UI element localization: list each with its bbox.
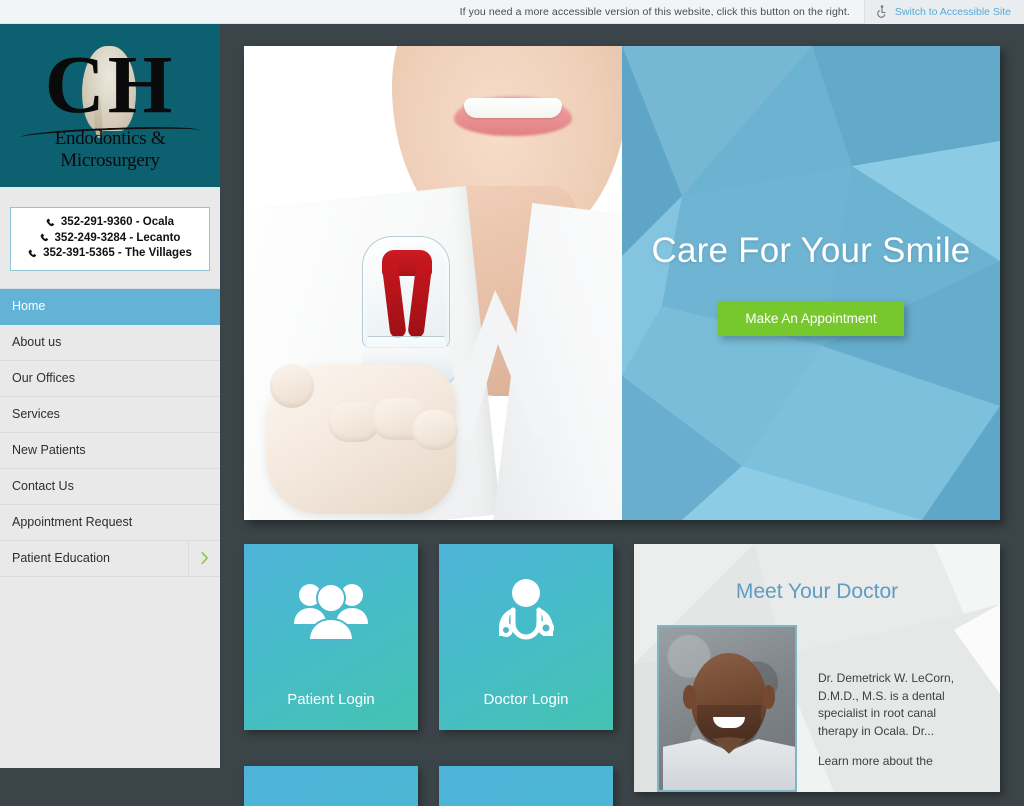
nav-label: Patient Education	[12, 551, 110, 565]
sidebar-item-services[interactable]: Services	[0, 396, 220, 433]
nav-label: Our Offices	[12, 371, 75, 385]
page-shell: CH Endodontics & Microsurgery 352-291-93…	[0, 24, 1024, 806]
logo-subtitle: Endodontics & Microsurgery	[54, 127, 166, 171]
phone-icon	[40, 233, 50, 243]
sidebar-item-about-us[interactable]: About us	[0, 324, 220, 361]
group-of-people-icon	[292, 578, 370, 647]
hero-title: Care For Your Smile	[651, 230, 971, 270]
sidebar-item-contact-us[interactable]: Contact Us	[0, 468, 220, 505]
phone-entry[interactable]: 352-391-5365 - The Villages	[17, 246, 203, 262]
sidebar-item-new-patients[interactable]: New Patients	[0, 432, 220, 469]
doctor-bio-paragraph: Dr. Demetrick W. LeCorn, D.M.D., M.S. is…	[818, 671, 955, 738]
phone-icon	[28, 249, 38, 259]
site-logo[interactable]: CH Endodontics & Microsurgery	[0, 24, 220, 187]
nav-label: Appointment Request	[12, 515, 133, 529]
phone-text: 352-249-3284 - Lecanto	[54, 231, 181, 244]
doctor-portrait-photo[interactable]	[657, 625, 797, 792]
patient-login-label: Patient Login	[287, 691, 375, 708]
phone-entry[interactable]: 352-249-3284 - Lecanto	[17, 231, 203, 247]
meet-your-doctor-panel: Meet Your Doctor Dr. Demetrick W. LeCorn…	[634, 544, 1000, 792]
hero-poly-panel: Care For Your Smile Make An Appointment	[622, 46, 1000, 520]
phone-numbers-section: 352-291-9360 - Ocala 352-249-3284 - Leca…	[0, 187, 220, 288]
meet-your-doctor-title: Meet Your Doctor	[735, 580, 899, 603]
sidebar-item-patient-education[interactable]: Patient Education	[0, 540, 220, 577]
tile-row-2-left-partial[interactable]	[244, 766, 418, 806]
nav-label: Contact Us	[12, 479, 74, 493]
patient-education-submenu-toggle[interactable]	[188, 540, 220, 576]
accessibility-bar: If you need a more accessible version of…	[0, 0, 1024, 24]
main-content: Care For Your Smile Make An Appointment …	[220, 24, 1024, 806]
phone-text: 352-391-5365 - The Villages	[43, 247, 192, 259]
doctor-stethoscope-icon	[489, 578, 563, 647]
nav-label: About us	[12, 335, 62, 349]
doctor-login-tile[interactable]: Doctor Login	[439, 544, 613, 730]
sidebar-item-our-offices[interactable]: Our Offices	[0, 360, 220, 397]
accessibility-message: If you need a more accessible version of…	[459, 5, 850, 18]
tile-row-2-right-partial[interactable]	[439, 766, 613, 806]
logo-initials: CH	[44, 37, 176, 130]
chevron-right-icon	[200, 551, 209, 565]
phone-icon	[46, 218, 56, 228]
doctor-login-label: Doctor Login	[483, 691, 569, 708]
make-an-appointment-button[interactable]: Make An Appointment	[718, 300, 904, 336]
hero-banner: Care For Your Smile Make An Appointment	[244, 46, 1000, 520]
sidebar: CH Endodontics & Microsurgery 352-291-93…	[0, 24, 220, 768]
accessible-site-label: Switch to Accessible Site	[894, 5, 1011, 18]
nav-label: New Patients	[12, 443, 86, 457]
sidebar-item-appointment-request[interactable]: Appointment Request	[0, 504, 220, 541]
phone-entry[interactable]: 352-291-9360 - Ocala	[17, 215, 203, 231]
phone-text: 352-291-9360 - Ocala	[60, 216, 175, 228]
main-navigation: Home About us Our Offices Services New P…	[0, 287, 220, 577]
phone-box: 352-291-9360 - Ocala 352-249-3284 - Leca…	[10, 207, 210, 271]
patient-login-tile[interactable]: Patient Login	[244, 544, 418, 730]
switch-to-accessible-site-button[interactable]: Switch to Accessible Site	[863, 0, 1024, 24]
hero-image-dental-professional	[244, 46, 622, 520]
nav-label: Home	[12, 299, 46, 313]
sidebar-item-home[interactable]: Home	[0, 288, 220, 325]
doctor-bio-text: Dr. Demetrick W. LeCorn, D.M.D., M.S. is…	[818, 670, 978, 771]
nav-label: Services	[12, 407, 60, 421]
wheelchair-accessibility-icon	[876, 5, 888, 18]
